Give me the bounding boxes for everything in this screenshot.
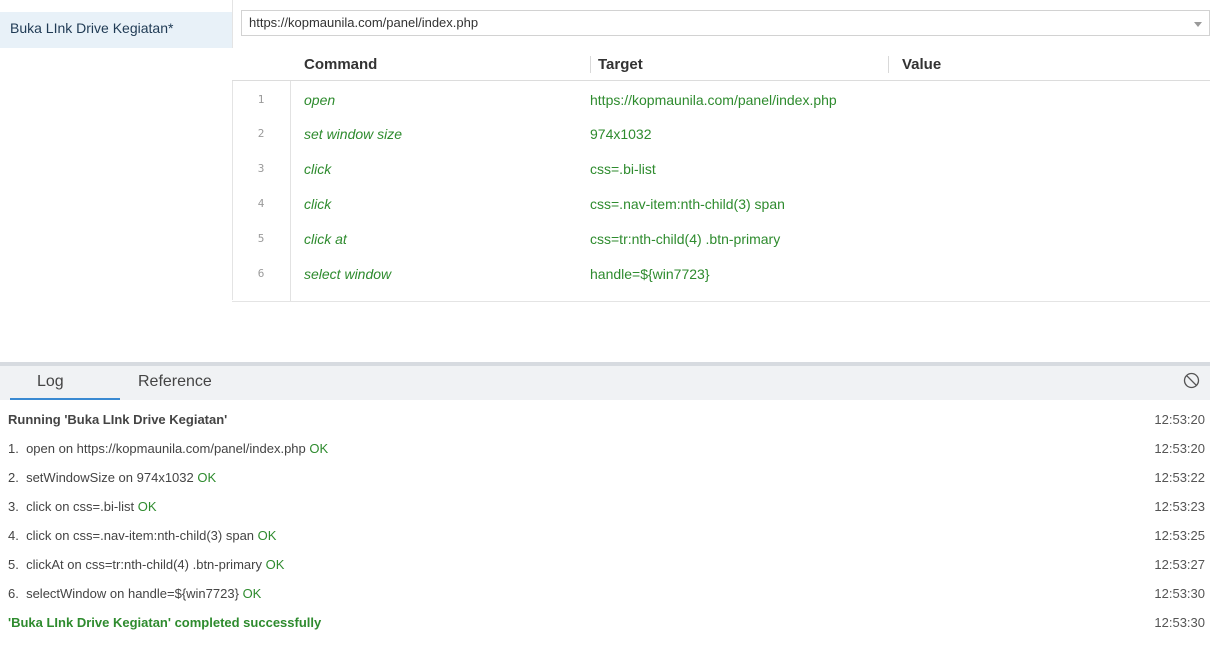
row-number: 3	[257, 162, 265, 175]
chevron-down-icon[interactable]	[1194, 22, 1202, 27]
log-timestamp: 12:53:20	[1154, 412, 1205, 427]
log-index: 6.	[8, 586, 19, 601]
log-status: OK	[242, 586, 262, 601]
row-number: 5	[257, 232, 265, 245]
log-status: OK	[265, 557, 285, 572]
log-message: 'Buka LInk Drive Kegiatan' completed suc…	[8, 615, 322, 630]
log-detail: selectWindow on handle=${win7723}	[26, 586, 239, 601]
command-target: css=.nav-item:nth-child(3) span	[590, 196, 785, 212]
log-row: 3. click on css=.bi-list OK 12:53:23	[0, 493, 1210, 522]
log-index: 2.	[8, 470, 19, 485]
column-header-command: Command	[304, 56, 378, 73]
log-status: OK	[197, 470, 217, 485]
command-name: click at	[304, 231, 347, 247]
log-row: 2. setWindowSize on 974x1032 OK 12:53:22	[0, 464, 1210, 493]
log-row: 4. click on css=.nav-item:nth-child(3) s…	[0, 522, 1210, 551]
log-detail: click on css=.bi-list	[26, 499, 135, 514]
base-url-combobox[interactable]: https://kopmaunila.com/panel/index.php	[241, 10, 1210, 36]
command-name: select window	[304, 266, 392, 282]
command-row[interactable]: 3 click css=.bi-list	[232, 152, 1210, 186]
row-number: 4	[257, 197, 265, 210]
command-row[interactable]: 1 open https://kopmaunila.com/panel/inde…	[232, 83, 1210, 117]
log-timestamp: 12:53:20	[1154, 441, 1205, 456]
tab-reference[interactable]: Reference	[138, 373, 212, 391]
log-message: 1. open on https://kopmaunila.com/panel/…	[8, 441, 328, 456]
log-row: 1. open on https://kopmaunila.com/panel/…	[0, 435, 1210, 464]
command-target: css=.bi-list	[590, 161, 656, 177]
row-number: 1	[257, 93, 265, 106]
command-target: 974x1032	[590, 126, 652, 142]
command-target: handle=${win7723}	[590, 266, 710, 282]
test-item-active[interactable]: Buka LInk Drive Kegiatan*	[0, 12, 232, 48]
log-timestamp: 12:53:23	[1154, 499, 1205, 514]
log-index: 5.	[8, 557, 19, 572]
log-message: 5. clickAt on css=tr:nth-child(4) .btn-p…	[8, 557, 284, 572]
column-header-value: Value	[902, 56, 942, 73]
log-status: OK	[137, 499, 157, 514]
log-detail: clickAt on css=tr:nth-child(4) .btn-prim…	[26, 557, 262, 572]
bottom-panel: Log Reference Running 'Buka LInk Drive K…	[0, 362, 1210, 646]
command-row[interactable]: 4 click css=.nav-item:nth-child(3) span	[232, 187, 1210, 221]
panel-tab-bar: Log Reference	[0, 366, 1210, 400]
log-timestamp: 12:53:27	[1154, 557, 1205, 572]
command-name: set window size	[304, 126, 403, 142]
log-status: OK	[257, 528, 277, 543]
log-status: OK	[309, 441, 329, 456]
command-target: css=tr:nth-child(4) .btn-primary	[590, 231, 781, 247]
row-number: 6	[257, 267, 265, 280]
log-timestamp: 12:53:25	[1154, 528, 1205, 543]
log-detail: setWindowSize on 974x1032	[26, 470, 194, 485]
log-timestamp: 12:53:30	[1154, 586, 1205, 601]
column-divider	[888, 56, 889, 73]
table-bottom-border	[232, 301, 1210, 302]
log-timestamp: 12:53:30	[1154, 615, 1205, 630]
tab-log[interactable]: Log	[37, 373, 64, 391]
log-row-completed: 'Buka LInk Drive Kegiatan' completed suc…	[0, 609, 1210, 638]
command-name: click	[304, 196, 332, 212]
command-row[interactable]: 6 select window handle=${win7723}	[232, 257, 1210, 291]
column-divider	[590, 56, 591, 73]
base-url-value: https://kopmaunila.com/panel/index.php	[249, 15, 479, 30]
command-row[interactable]: 2 set window size 974x1032	[232, 117, 1210, 151]
command-row[interactable]: 5 click at css=tr:nth-child(4) .btn-prim…	[232, 222, 1210, 256]
log-index: 3.	[8, 499, 19, 514]
command-name: open	[304, 92, 336, 108]
command-name: click	[304, 161, 332, 177]
log-message: 2. setWindowSize on 974x1032 OK	[8, 470, 216, 485]
column-header-target: Target	[598, 56, 643, 73]
row-number: 2	[257, 127, 265, 140]
command-target: https://kopmaunila.com/panel/index.php	[590, 92, 837, 108]
log-index: 4.	[8, 528, 19, 543]
active-tab-indicator	[10, 398, 120, 400]
command-table: Command Target Value 1 open https://kopm…	[232, 48, 1210, 302]
log-message: Running 'Buka LInk Drive Kegiatan'	[8, 412, 228, 427]
log-detail: click on css=.nav-item:nth-child(3) span	[26, 528, 255, 543]
test-list: Buka LInk Drive Kegiatan*	[0, 0, 233, 300]
log-index: 1.	[8, 441, 19, 456]
command-table-header: Command Target Value	[232, 48, 1210, 81]
log-message: 3. click on css=.bi-list OK	[8, 499, 157, 514]
log-row: 6. selectWindow on handle=${win7723} OK …	[0, 580, 1210, 609]
log-message: 6. selectWindow on handle=${win7723} OK	[8, 586, 261, 601]
clear-log-icon[interactable]	[1183, 372, 1200, 389]
log-row: 5. clickAt on css=tr:nth-child(4) .btn-p…	[0, 551, 1210, 580]
test-item-label: Buka LInk Drive Kegiatan*	[10, 20, 174, 36]
log-row-running: Running 'Buka LInk Drive Kegiatan' 12:53…	[0, 406, 1210, 435]
log-message: 4. click on css=.nav-item:nth-child(3) s…	[8, 528, 276, 543]
log-timestamp: 12:53:22	[1154, 470, 1205, 485]
log-detail: open on https://kopmaunila.com/panel/ind…	[26, 441, 306, 456]
